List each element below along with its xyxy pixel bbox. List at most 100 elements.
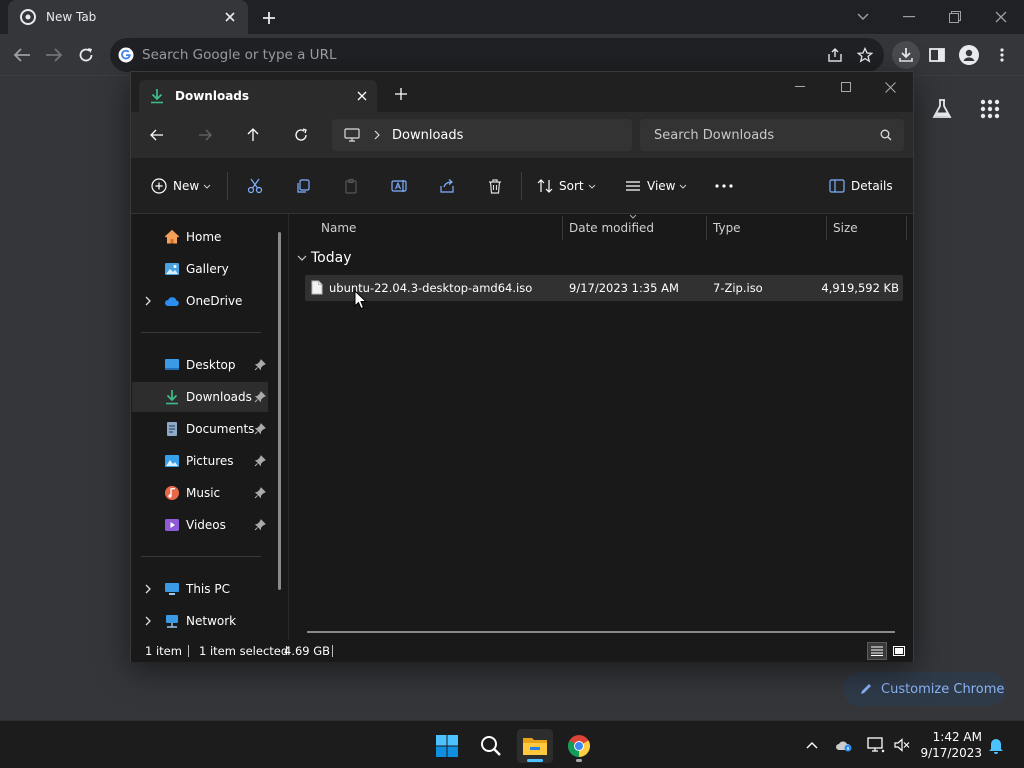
pin-icon[interactable] [254, 487, 266, 499]
sidebar-item-home[interactable]: Home [132, 222, 268, 252]
new-button[interactable]: New [151, 172, 211, 200]
explorer-refresh-button[interactable] [289, 124, 313, 146]
explorer-tab-downloads[interactable]: Downloads [139, 80, 377, 112]
new-tab-plus-icon[interactable] [258, 7, 280, 29]
sidebar-item-label: Documents [186, 422, 255, 436]
column-separator[interactable] [562, 216, 563, 240]
omnibox[interactable] [110, 38, 884, 72]
table-row[interactable]: ubuntu-22.04.3-desktop-amd64.iso 9/17/20… [305, 275, 903, 301]
explorer-search-box[interactable] [640, 119, 904, 151]
speaker-muted-icon [894, 738, 910, 752]
sidebar-item-this-pc[interactable]: This PC [132, 574, 268, 604]
sidebar-item-network[interactable]: Network [132, 606, 268, 636]
copy-button[interactable] [295, 172, 311, 200]
show-hidden-icons-button[interactable] [802, 735, 822, 755]
rename-button[interactable] [391, 172, 407, 200]
group-header-today[interactable]: Today [297, 248, 352, 268]
sidebar-item-gallery[interactable]: Gallery [132, 254, 268, 284]
chrome-close-button[interactable] [978, 0, 1024, 34]
taskbar-chrome[interactable] [561, 729, 597, 763]
chrome-favicon-icon [20, 9, 36, 25]
sidebar-item-label: Network [186, 614, 237, 628]
sidebar-item-downloads[interactable]: Downloads [132, 382, 268, 412]
taskbar-search-button[interactable] [473, 729, 509, 763]
profile-button[interactable] [957, 43, 981, 67]
labs-flask-icon[interactable] [930, 97, 954, 121]
address-bar[interactable]: Downloads [332, 119, 632, 151]
explorer-maximize-button[interactable] [823, 72, 869, 102]
chrome-menu-button[interactable] [990, 43, 1014, 67]
sidebar-item-label: Pictures [186, 454, 234, 468]
bookmark-star-button[interactable] [850, 40, 880, 70]
explorer-back-button[interactable] [145, 124, 169, 146]
forward-button[interactable] [42, 43, 66, 67]
notifications-button[interactable] [986, 735, 1006, 755]
sidebar-scrollbar[interactable] [278, 232, 281, 590]
cut-button[interactable] [247, 172, 263, 200]
chevron-right-icon[interactable] [142, 615, 154, 627]
chevron-right-icon[interactable] [142, 295, 154, 307]
back-button[interactable] [10, 43, 34, 67]
details-view-button[interactable] [867, 642, 887, 660]
explorer-minimize-button[interactable] [777, 72, 823, 102]
side-panel-button[interactable] [925, 43, 949, 67]
search-input[interactable] [654, 127, 880, 143]
taskbar-file-explorer[interactable] [517, 729, 553, 763]
close-tab-icon[interactable] [355, 89, 369, 103]
chrome-minimize-button[interactable] [886, 0, 932, 34]
taskbar-clock[interactable]: 1:42 AM 9/17/2023 [918, 729, 982, 761]
share-button[interactable] [439, 172, 455, 200]
explorer-navbar: Downloads [131, 112, 913, 158]
paste-button[interactable] [343, 172, 359, 200]
share-button[interactable] [820, 40, 850, 70]
column-separator[interactable] [906, 216, 907, 240]
sidebar-item-pictures[interactable]: Pictures [132, 446, 268, 476]
pin-icon[interactable] [254, 391, 266, 403]
explorer-titlebar: Downloads [131, 72, 913, 112]
sidebar-item-desktop[interactable]: Desktop [132, 350, 268, 380]
sidebar-item-onedrive[interactable]: OneDrive [132, 286, 268, 316]
explorer-forward-button[interactable] [193, 124, 217, 146]
column-header-date[interactable]: Date modified [569, 214, 654, 242]
pin-icon[interactable] [254, 423, 266, 435]
column-header-type[interactable]: Type [713, 214, 741, 242]
breadcrumb[interactable]: Downloads [392, 128, 463, 143]
chrome-tab-new-tab[interactable]: New Tab [8, 0, 248, 34]
reload-button[interactable] [74, 43, 98, 67]
explorer-close-button[interactable] [867, 72, 913, 102]
omnibox-input[interactable] [142, 47, 820, 63]
tab-search-button[interactable] [840, 0, 886, 34]
sidebar-item-videos[interactable]: Videos [132, 510, 268, 540]
more-options-button[interactable] [715, 172, 733, 200]
start-button[interactable] [429, 729, 465, 763]
google-apps-icon[interactable] [978, 97, 1002, 121]
horizontal-scrollbar[interactable] [307, 631, 895, 633]
restore-icon [949, 11, 961, 23]
customize-chrome-button[interactable]: Customize Chrome [843, 672, 1006, 706]
network-tray-icon[interactable] [866, 735, 886, 755]
pin-icon[interactable] [254, 359, 266, 371]
new-tab-plus-icon[interactable] [393, 86, 409, 102]
minimize-icon [795, 86, 805, 87]
chevron-right-icon[interactable] [142, 583, 154, 595]
pin-icon[interactable] [254, 455, 266, 467]
column-separator[interactable] [826, 216, 827, 240]
column-header-name[interactable]: Name [321, 214, 356, 242]
view-button[interactable]: View [625, 172, 687, 200]
sort-button[interactable]: Sort [537, 172, 596, 200]
column-header-size[interactable]: Size [833, 214, 858, 242]
large-icons-view-button[interactable] [889, 642, 909, 660]
close-tab-icon[interactable] [222, 9, 238, 25]
chrome-restore-button[interactable] [932, 0, 978, 34]
delete-button[interactable] [487, 172, 503, 200]
sidebar-item-documents[interactable]: Documents [132, 414, 268, 444]
sidebar-item-music[interactable]: Music [132, 478, 268, 508]
video-icon [165, 519, 179, 531]
column-separator[interactable] [706, 216, 707, 240]
details-pane-button[interactable]: Details [829, 172, 897, 200]
explorer-up-button[interactable] [241, 124, 265, 146]
onedrive-tray-icon[interactable] [834, 735, 854, 755]
pin-icon[interactable] [254, 519, 266, 531]
volume-tray-icon[interactable] [892, 735, 912, 755]
downloads-button[interactable] [892, 41, 920, 69]
